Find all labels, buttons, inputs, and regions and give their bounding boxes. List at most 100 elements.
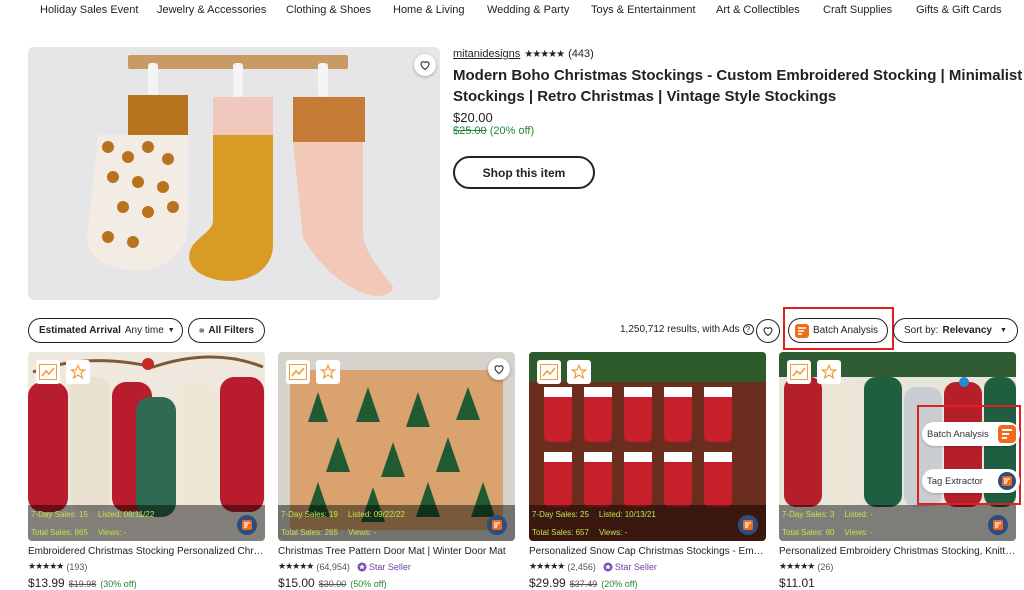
rating-stars: ★★★★★ [28,561,64,571]
seven-day-sales: 7-Day Sales: 15 [31,509,88,519]
product-stats-row-1: 7-Day Sales: 15 Listed: 08/11/22 [28,505,265,523]
product-stats-row-2: Total Sales: 865 Views: - [28,523,265,541]
product-price-row: $15.00 $30.00 (50% off) [278,576,515,590]
sales-chart-icon[interactable] [36,360,60,384]
product-stats-row-1: 7-Day Sales: 3 Listed: - [779,505,1016,523]
product-old-price: $37.49 [569,579,598,589]
featured-price: $20.00 [453,110,493,125]
listed-date: Listed: 09/22/22 [347,509,405,519]
product-card[interactable]: 7-Day Sales: 25 Listed: 10/13/21 Total S… [529,352,766,590]
review-count: (2,456) [567,561,596,572]
nav-clothing[interactable]: Clothing & Shoes [286,4,371,16]
question-icon[interactable]: ? [742,324,754,335]
nav-craft[interactable]: Craft Supplies [823,4,892,16]
review-count: (193) [66,561,88,572]
product-card[interactable]: 7-Day Sales: 19 Listed: 09/22/22 Total S… [278,352,515,590]
tag-extractor-button[interactable]: Tag Extractor [922,469,1020,493]
product-image[interactable]: 7-Day Sales: 15 Listed: 08/11/22 Total S… [28,352,265,541]
featured-old-price: $25.00 [453,125,487,137]
review-count: (26) [817,561,834,572]
star-favorite-icon[interactable] [66,360,90,384]
rating-stars: ★★★★★ [278,561,314,571]
product-price: $13.99 [28,576,65,590]
star-seller-label: Star Seller [614,561,657,572]
listed-date: Listed: - [844,509,873,519]
nav-wedding[interactable]: Wedding & Party [487,4,569,16]
shop-this-item-button[interactable]: Shop this item [453,156,595,189]
batch-analysis-logo-icon [998,425,1016,443]
views: Views: - [598,527,628,537]
sort-dropdown[interactable]: Sort by: Relevancy ▼ [893,318,1018,343]
nav-toys[interactable]: Toys & Entertainment [591,4,696,16]
product-stats-row-1: 7-Day Sales: 25 Listed: 10/13/21 [529,505,766,523]
caret-down-icon: ▼ [167,327,175,334]
star-favorite-icon[interactable] [817,360,841,384]
extension-logo-icon[interactable] [988,515,1008,535]
heart-icon [494,365,504,375]
extension-logo-icon[interactable] [487,515,507,535]
nav-art[interactable]: Art & Collectibles [716,4,800,16]
views: Views: - [844,527,873,537]
shop-name-link[interactable]: mitanidesigns [453,48,520,60]
rating-stars: ★★★★★ [529,561,565,571]
star-seller-icon [357,562,367,571]
nav-home-living[interactable]: Home & Living [393,4,465,16]
star-favorite-icon[interactable] [316,360,340,384]
sales-chart-icon[interactable] [537,360,561,384]
favorite-product-button[interactable] [488,358,510,380]
product-stats-row-2: Total Sales: 60 Views: - [779,523,1016,541]
listed-date: Listed: 08/11/22 [97,509,155,519]
favorite-search-button[interactable] [756,319,780,343]
tag-extractor-logo-icon [998,472,1016,490]
product-price-row: $11.01 [779,576,1016,590]
batch-analysis-button[interactable]: Batch Analysis [788,318,888,343]
total-sales: Total Sales: 265 [281,527,338,537]
product-card[interactable]: 7-Day Sales: 15 Listed: 08/11/22 Total S… [28,352,265,590]
product-image[interactable]: 7-Day Sales: 19 Listed: 09/22/22 Total S… [278,352,515,541]
product-image[interactable]: 7-Day Sales: 25 Listed: 10/13/21 Total S… [529,352,766,541]
sort-value: Relevancy [942,325,992,336]
results-count: 1,250,712 results, with Ads ? [620,324,754,335]
review-count: (64,954) [316,561,350,572]
seven-day-sales: 7-Day Sales: 25 [532,509,589,519]
batch-analysis-label: Batch Analysis [813,325,879,336]
total-sales: Total Sales: 657 [532,527,589,537]
extension-logo-icon[interactable] [237,515,257,535]
filter-sliders-icon [199,328,204,333]
sales-chart-icon[interactable] [286,360,310,384]
listed-date: Listed: 10/13/21 [598,509,656,519]
nav-jewelry[interactable]: Jewelry & Accessories [157,4,266,16]
product-rating: ★★★★★ (193) [28,561,265,572]
product-title[interactable]: Personalized Embroidery Christmas Stocki… [779,546,1016,557]
product-price: $29.99 [529,576,566,590]
star-favorite-icon[interactable] [567,360,591,384]
product-old-price: $30.00 [318,579,347,589]
all-filters-button[interactable]: All Filters [188,318,265,343]
nav-holiday-sales[interactable]: Holiday Sales Event [40,4,138,16]
side-batch-analysis-button[interactable]: Batch Analysis [922,422,1020,446]
seven-day-sales: 7-Day Sales: 3 [782,509,835,519]
star-seller-badge: Star Seller [603,562,657,572]
product-title[interactable]: Embroidered Christmas Stocking Personali… [28,546,265,557]
featured-discount: (20% off) [489,125,535,137]
tag-extractor-label: Tag Extractor [927,475,983,487]
estimated-arrival-dropdown[interactable]: Estimated Arrival Any time ▼ [28,318,183,343]
nav-gifts[interactable]: Gifts & Gift Cards [916,4,1002,16]
extension-logo-icon[interactable] [738,515,758,535]
product-title[interactable]: Christmas Tree Pattern Door Mat | Winter… [278,546,515,557]
total-sales: Total Sales: 60 [782,527,835,537]
product-title[interactable]: Personalized Snow Cap Christmas Stocking… [529,546,766,557]
star-seller-icon [603,562,613,571]
sales-chart-icon[interactable] [787,360,811,384]
shop-info: mitanidesigns ★★★★★ (443) [453,48,594,60]
product-rating: ★★★★★ (26) [779,561,1016,572]
extension-side-panel: Batch Analysis Tag Extractor [917,405,1021,505]
product-rating: ★★★★★ (2,456) Star Seller [529,561,766,572]
views: Views: - [97,527,127,537]
total-sales: Total Sales: 865 [31,527,88,537]
featured-title[interactable]: Modern Boho Christmas Stockings - Custom… [453,65,1023,107]
product-discount: (50% off) [350,579,387,589]
shop-review-count: (443) [568,48,594,60]
favorite-featured-button[interactable] [414,54,436,76]
featured-image[interactable] [28,47,440,300]
